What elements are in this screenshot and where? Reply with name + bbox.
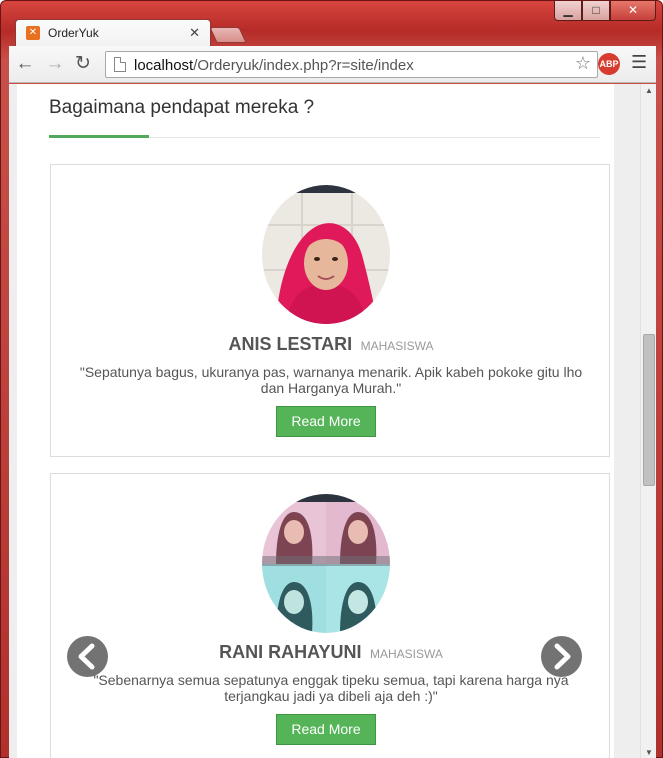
chevron-left-icon <box>78 643 95 670</box>
testimonial-name-row: ANIS LESTARI MAHASISWA <box>51 334 611 355</box>
back-arrow-icon[interactable]: ← <box>13 52 37 76</box>
xampp-icon: ✕ <box>26 26 40 40</box>
window-controls: ▁ □ ✕ <box>554 1 656 21</box>
avatar <box>262 494 390 633</box>
testimonial-name: ANIS LESTARI <box>228 334 353 354</box>
forward-arrow-icon[interactable]: → <box>43 52 67 76</box>
page-content: Bagaimana pendapat mereka ? ANIS LESTARI… <box>17 84 614 758</box>
chevron-right-icon <box>554 643 571 670</box>
testimonial-card: RANI RAHAYUNI MAHASISWA "Sebenarnya semu… <box>50 473 610 758</box>
menu-icon[interactable]: ☰ <box>631 52 647 73</box>
browser-tab[interactable]: ✕ OrderYuk ✕ <box>15 19 211 47</box>
title-bar: ✕ OrderYuk ✕ ▁ □ ✕ <box>1 1 662 47</box>
page-viewport: Bagaimana pendapat mereka ? ANIS LESTARI… <box>9 84 656 758</box>
browser-window: ✕ OrderYuk ✕ ▁ □ ✕ ← → ↻ localhost/Order… <box>0 0 663 758</box>
maximize-button[interactable]: □ <box>582 1 610 21</box>
close-window-button[interactable]: ✕ <box>610 1 656 21</box>
url-text[interactable]: localhost/Orderyuk/index.php?r=site/inde… <box>134 57 414 74</box>
scrollbar-thumb[interactable] <box>643 334 655 486</box>
vertical-scrollbar[interactable]: ▲ ▼ <box>640 84 656 758</box>
adblock-plus-icon[interactable]: ABP <box>598 53 620 75</box>
page-icon <box>114 57 126 72</box>
testimonial-card: ANIS LESTARI MAHASISWA "Sepatunya bagus,… <box>50 164 610 457</box>
testimonial-quote: "Sepatunya bagus, ukuranya pas, warnanya… <box>79 364 583 396</box>
address-bar[interactable]: localhost/Orderyuk/index.php?r=site/inde… <box>105 51 598 78</box>
carousel-next-button[interactable] <box>541 636 582 677</box>
read-more-button[interactable]: Read More <box>276 714 376 745</box>
testimonial-role: MAHASISWA <box>360 339 434 353</box>
carousel-prev-button[interactable] <box>67 636 108 677</box>
tab-close-icon[interactable]: ✕ <box>189 25 200 41</box>
reload-icon[interactable]: ↻ <box>71 52 95 76</box>
title-accent-bar <box>49 135 149 138</box>
scroll-up-icon[interactable]: ▲ <box>645 86 653 95</box>
section-title: Bagaimana pendapat mereka ? <box>49 97 315 118</box>
bookmark-star-icon[interactable]: ☆ <box>575 53 591 74</box>
testimonial-role: MAHASISWA <box>369 647 443 661</box>
tab-title: OrderYuk <box>48 26 99 40</box>
new-tab-button[interactable] <box>209 27 247 43</box>
testimonial-name-row: RANI RAHAYUNI MAHASISWA <box>51 642 611 663</box>
testimonial-name: RANI RAHAYUNI <box>219 642 362 662</box>
avatar <box>262 185 390 324</box>
browser-toolbar: ← → ↻ localhost/Orderyuk/index.php?r=sit… <box>9 46 656 83</box>
testimonial-quote: "Sebenarnya semua sepatunya enggak tipek… <box>93 672 569 704</box>
read-more-button[interactable]: Read More <box>276 406 376 437</box>
scroll-down-icon[interactable]: ▼ <box>645 748 653 757</box>
minimize-button[interactable]: ▁ <box>554 1 582 21</box>
